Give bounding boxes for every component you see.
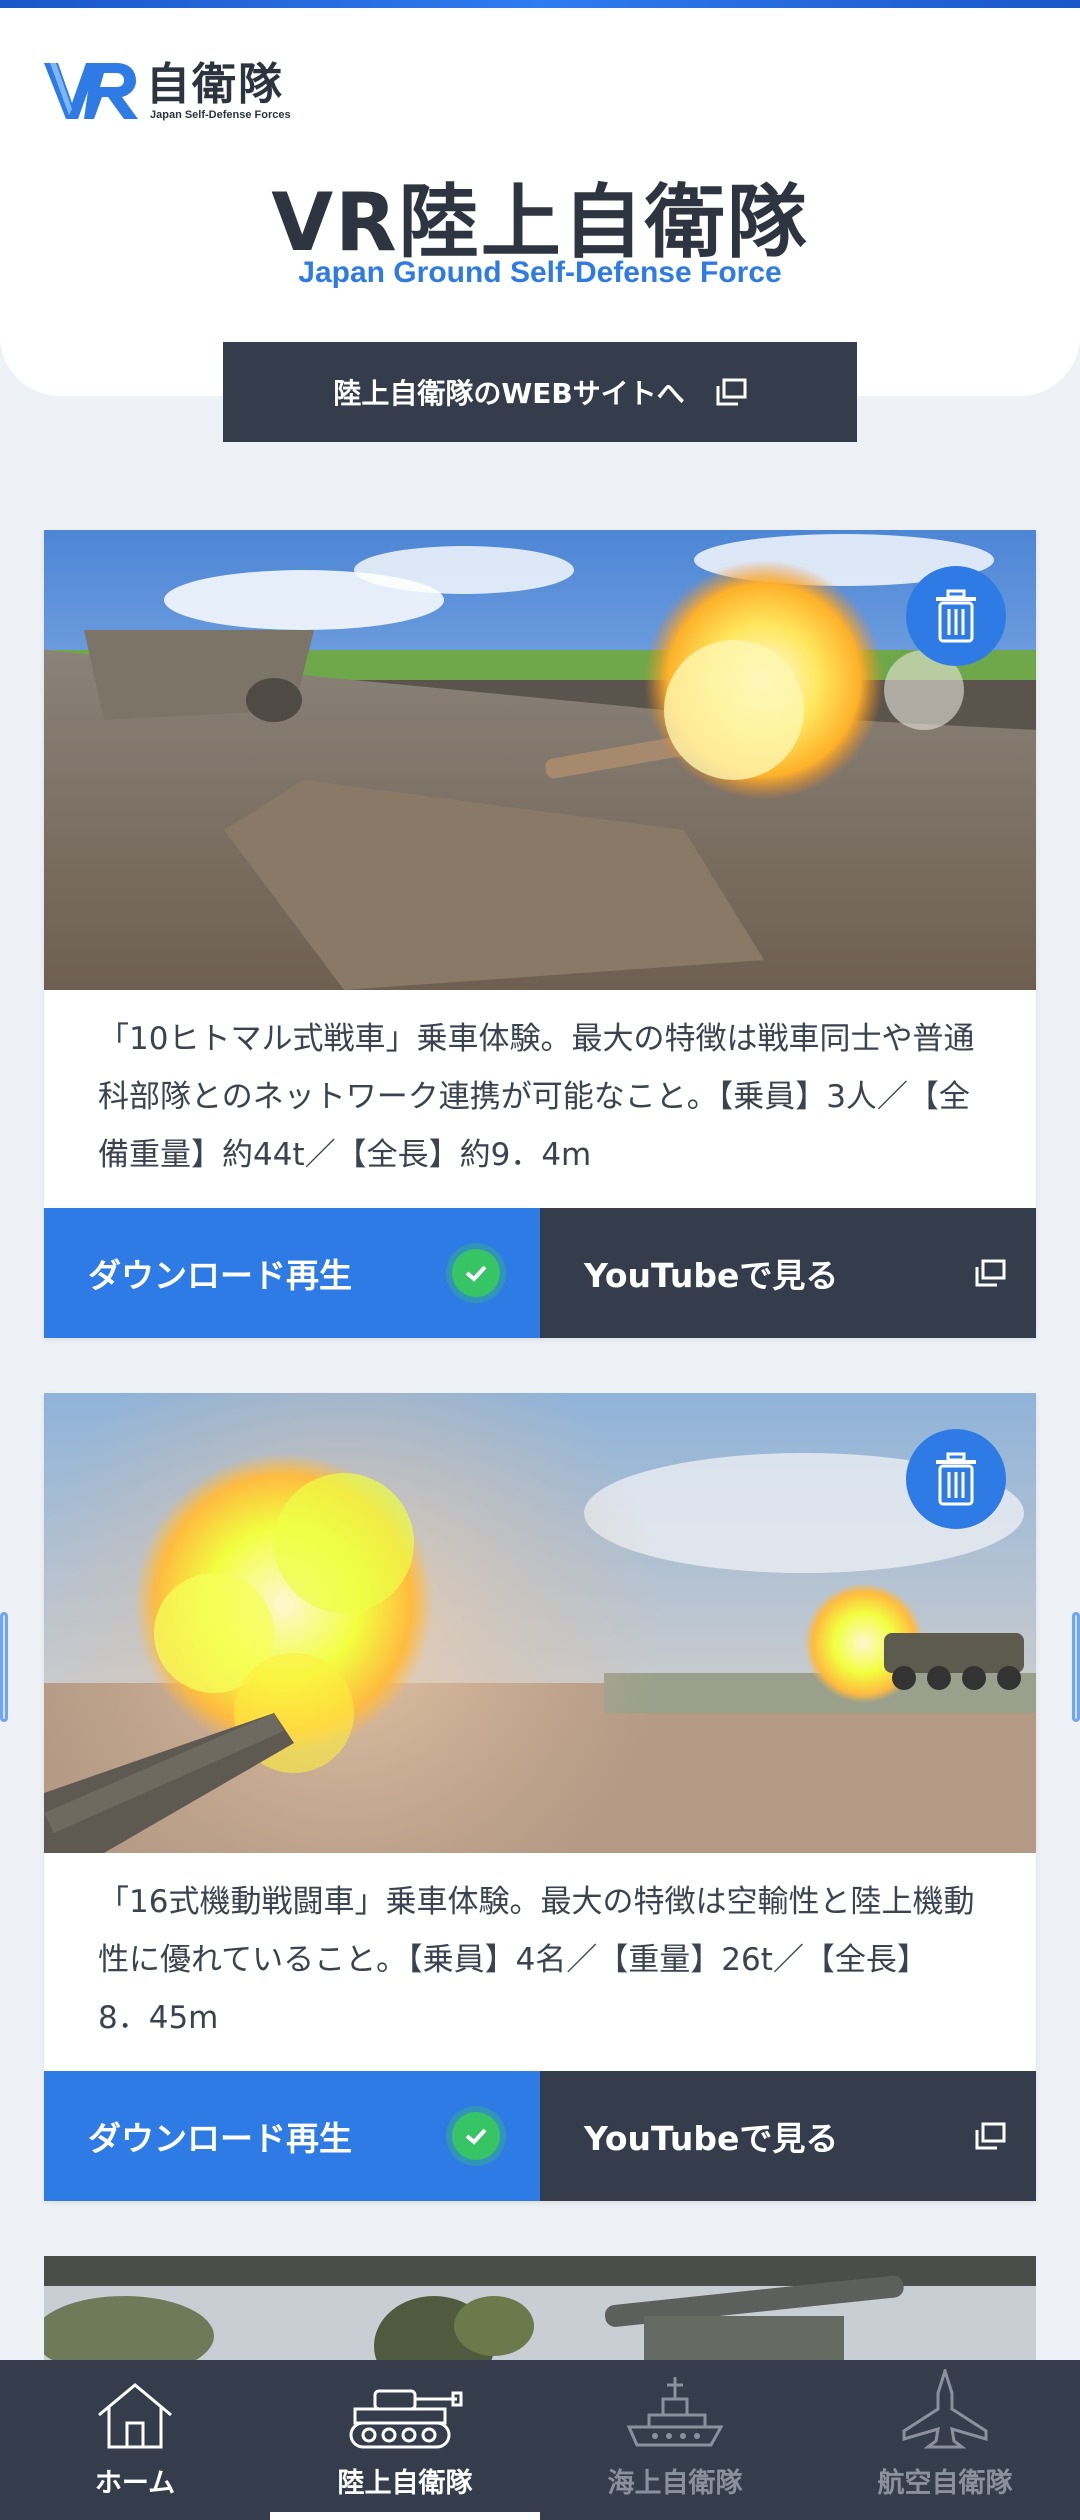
nav-item-maritime[interactable]: 海上自衛隊 bbox=[540, 2360, 810, 2520]
nav-item-ground[interactable]: 陸上自衛隊 bbox=[270, 2360, 540, 2520]
delete-button[interactable] bbox=[906, 566, 1006, 666]
page-header: 自衛隊 Japan Self-Defense Forces VR陸上自衛隊 Ja… bbox=[0, 8, 1080, 396]
right-scroll-handle[interactable] bbox=[1072, 1612, 1080, 1722]
combat-vehicle-firing-image bbox=[44, 1393, 1036, 1853]
trash-icon bbox=[936, 1452, 976, 1506]
youtube-label: YouTubeで見る bbox=[584, 1256, 839, 1295]
web-site-button-label: 陸上自衛隊のWEBサイトへ bbox=[333, 377, 685, 410]
logo-text: 自衛隊 bbox=[146, 59, 284, 110]
web-site-button[interactable]: 陸上自衛隊のWEBサイトへ bbox=[223, 342, 857, 442]
card-image-combat-vehicle[interactable] bbox=[44, 1393, 1036, 1853]
video-card: 「16式機動戦闘車」乗車体験。最大の特徴は空輸性と陸上機動性に優れていること。【… bbox=[44, 1393, 1036, 2201]
bottom-nav: ホーム 陸上自衛隊 海上自衛隊 航空自衛隊 bbox=[0, 2360, 1080, 2520]
nav-label-ground: 陸上自衛隊 bbox=[337, 2468, 473, 2499]
external-link-icon bbox=[975, 2122, 1006, 2150]
tank-icon bbox=[349, 2389, 463, 2449]
nav-label-air: 航空自衛隊 bbox=[877, 2468, 1013, 2499]
download-play-button[interactable]: ダウンロード再生 bbox=[44, 1208, 540, 1338]
nav-item-air[interactable]: 航空自衛隊 bbox=[810, 2360, 1080, 2520]
nav-item-home[interactable]: ホーム bbox=[0, 2360, 270, 2520]
check-icon bbox=[452, 1249, 500, 1297]
trash-icon bbox=[936, 589, 976, 643]
nav-label-home: ホーム bbox=[94, 2468, 176, 2499]
ship-icon bbox=[626, 2377, 724, 2447]
logo-subtext: Japan Self-Defense Forces bbox=[150, 109, 291, 121]
check-icon bbox=[452, 2112, 500, 2160]
card-description: 「16式機動戦闘車」乗車体験。最大の特徴は空輸性と陸上機動性に優れていること。【… bbox=[98, 1884, 975, 2036]
video-card: 「10ヒトマル式戦車」乗車体験。最大の特徴は戦車同士や普通科部隊とのネットワーク… bbox=[44, 530, 1036, 1338]
page-subtitle: Japan Ground Self-Defense Force bbox=[298, 256, 782, 289]
card-description: 「10ヒトマル式戦車」乗車体験。最大の特徴は戦車同士や普通科部隊とのネットワーク… bbox=[98, 1021, 975, 1173]
download-play-label: ダウンロード再生 bbox=[88, 1256, 352, 1295]
youtube-button[interactable]: YouTubeで見る bbox=[540, 2071, 1036, 2201]
download-play-label: ダウンロード再生 bbox=[88, 2119, 352, 2158]
nav-label-maritime: 海上自衛隊 bbox=[607, 2468, 743, 2499]
jet-icon bbox=[902, 2369, 988, 2449]
card-image-tank[interactable] bbox=[44, 530, 1036, 990]
delete-button[interactable] bbox=[906, 1429, 1006, 1529]
youtube-button[interactable]: YouTubeで見る bbox=[540, 1208, 1036, 1338]
left-scroll-handle[interactable] bbox=[0, 1612, 8, 1722]
external-link-icon bbox=[716, 378, 747, 406]
jsdf-logo[interactable]: 自衛隊 Japan Self-Defense Forces bbox=[42, 56, 291, 126]
vr-logo-icon bbox=[44, 63, 138, 119]
external-link-icon bbox=[975, 1259, 1006, 1287]
youtube-label: YouTubeで見る bbox=[584, 2119, 839, 2158]
tank-firing-image bbox=[44, 530, 1036, 990]
download-play-button[interactable]: ダウンロード再生 bbox=[44, 2071, 540, 2201]
top-accent-bar bbox=[0, 0, 1080, 8]
home-icon bbox=[98, 2383, 172, 2449]
